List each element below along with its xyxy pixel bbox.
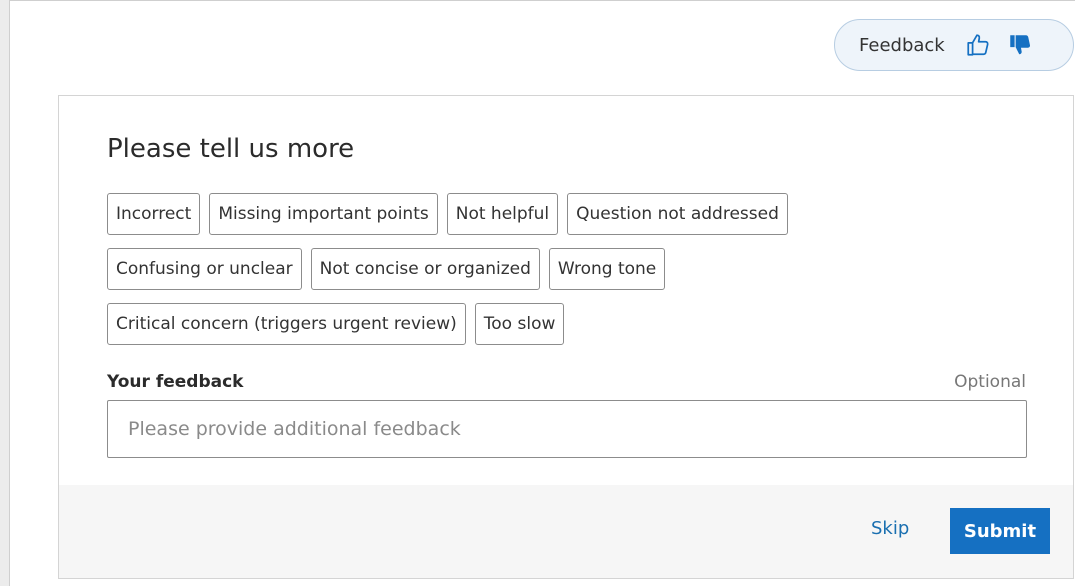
tag-not-concise-or-organized[interactable]: Not concise or organized (310, 248, 540, 290)
thumbs-up-icon (967, 34, 989, 56)
feedback-field-label: Your feedback (107, 372, 244, 392)
tag-question-not-addressed[interactable]: Question not addressed (567, 193, 788, 235)
feedback-panel: Please tell us more Incorrect Missing im… (58, 95, 1074, 579)
tag-wrong-tone[interactable]: Wrong tone (548, 248, 666, 290)
tag-row-3: Critical concern (triggers urgent review… (107, 303, 565, 345)
tag-critical-concern[interactable]: Critical concern (triggers urgent review… (107, 303, 466, 345)
thumbs-down-icon (1009, 35, 1030, 55)
feedback-input[interactable] (107, 400, 1027, 458)
app-frame: Feedback Please tell us more Incorrect M… (9, 0, 1075, 586)
thumbs-up-button[interactable] (963, 30, 993, 60)
tag-incorrect[interactable]: Incorrect (107, 193, 201, 235)
panel-title: Please tell us more (107, 134, 355, 164)
tag-row-2: Confusing or unclear Not concise or orga… (107, 248, 666, 290)
tag-too-slow[interactable]: Too slow (474, 303, 565, 345)
tag-confusing-or-unclear[interactable]: Confusing or unclear (107, 248, 302, 290)
tag-row-1: Incorrect Missing important points Not h… (107, 193, 788, 235)
tag-missing-important-points[interactable]: Missing important points (209, 193, 438, 235)
tag-not-helpful[interactable]: Not helpful (446, 193, 559, 235)
skip-link[interactable]: Skip (871, 518, 909, 539)
optional-label: Optional (954, 372, 1026, 392)
feedback-label: Feedback (859, 34, 945, 56)
feedback-pill: Feedback (834, 19, 1074, 71)
submit-button[interactable]: Submit (950, 508, 1050, 554)
thumbs-down-button[interactable] (1005, 30, 1035, 60)
